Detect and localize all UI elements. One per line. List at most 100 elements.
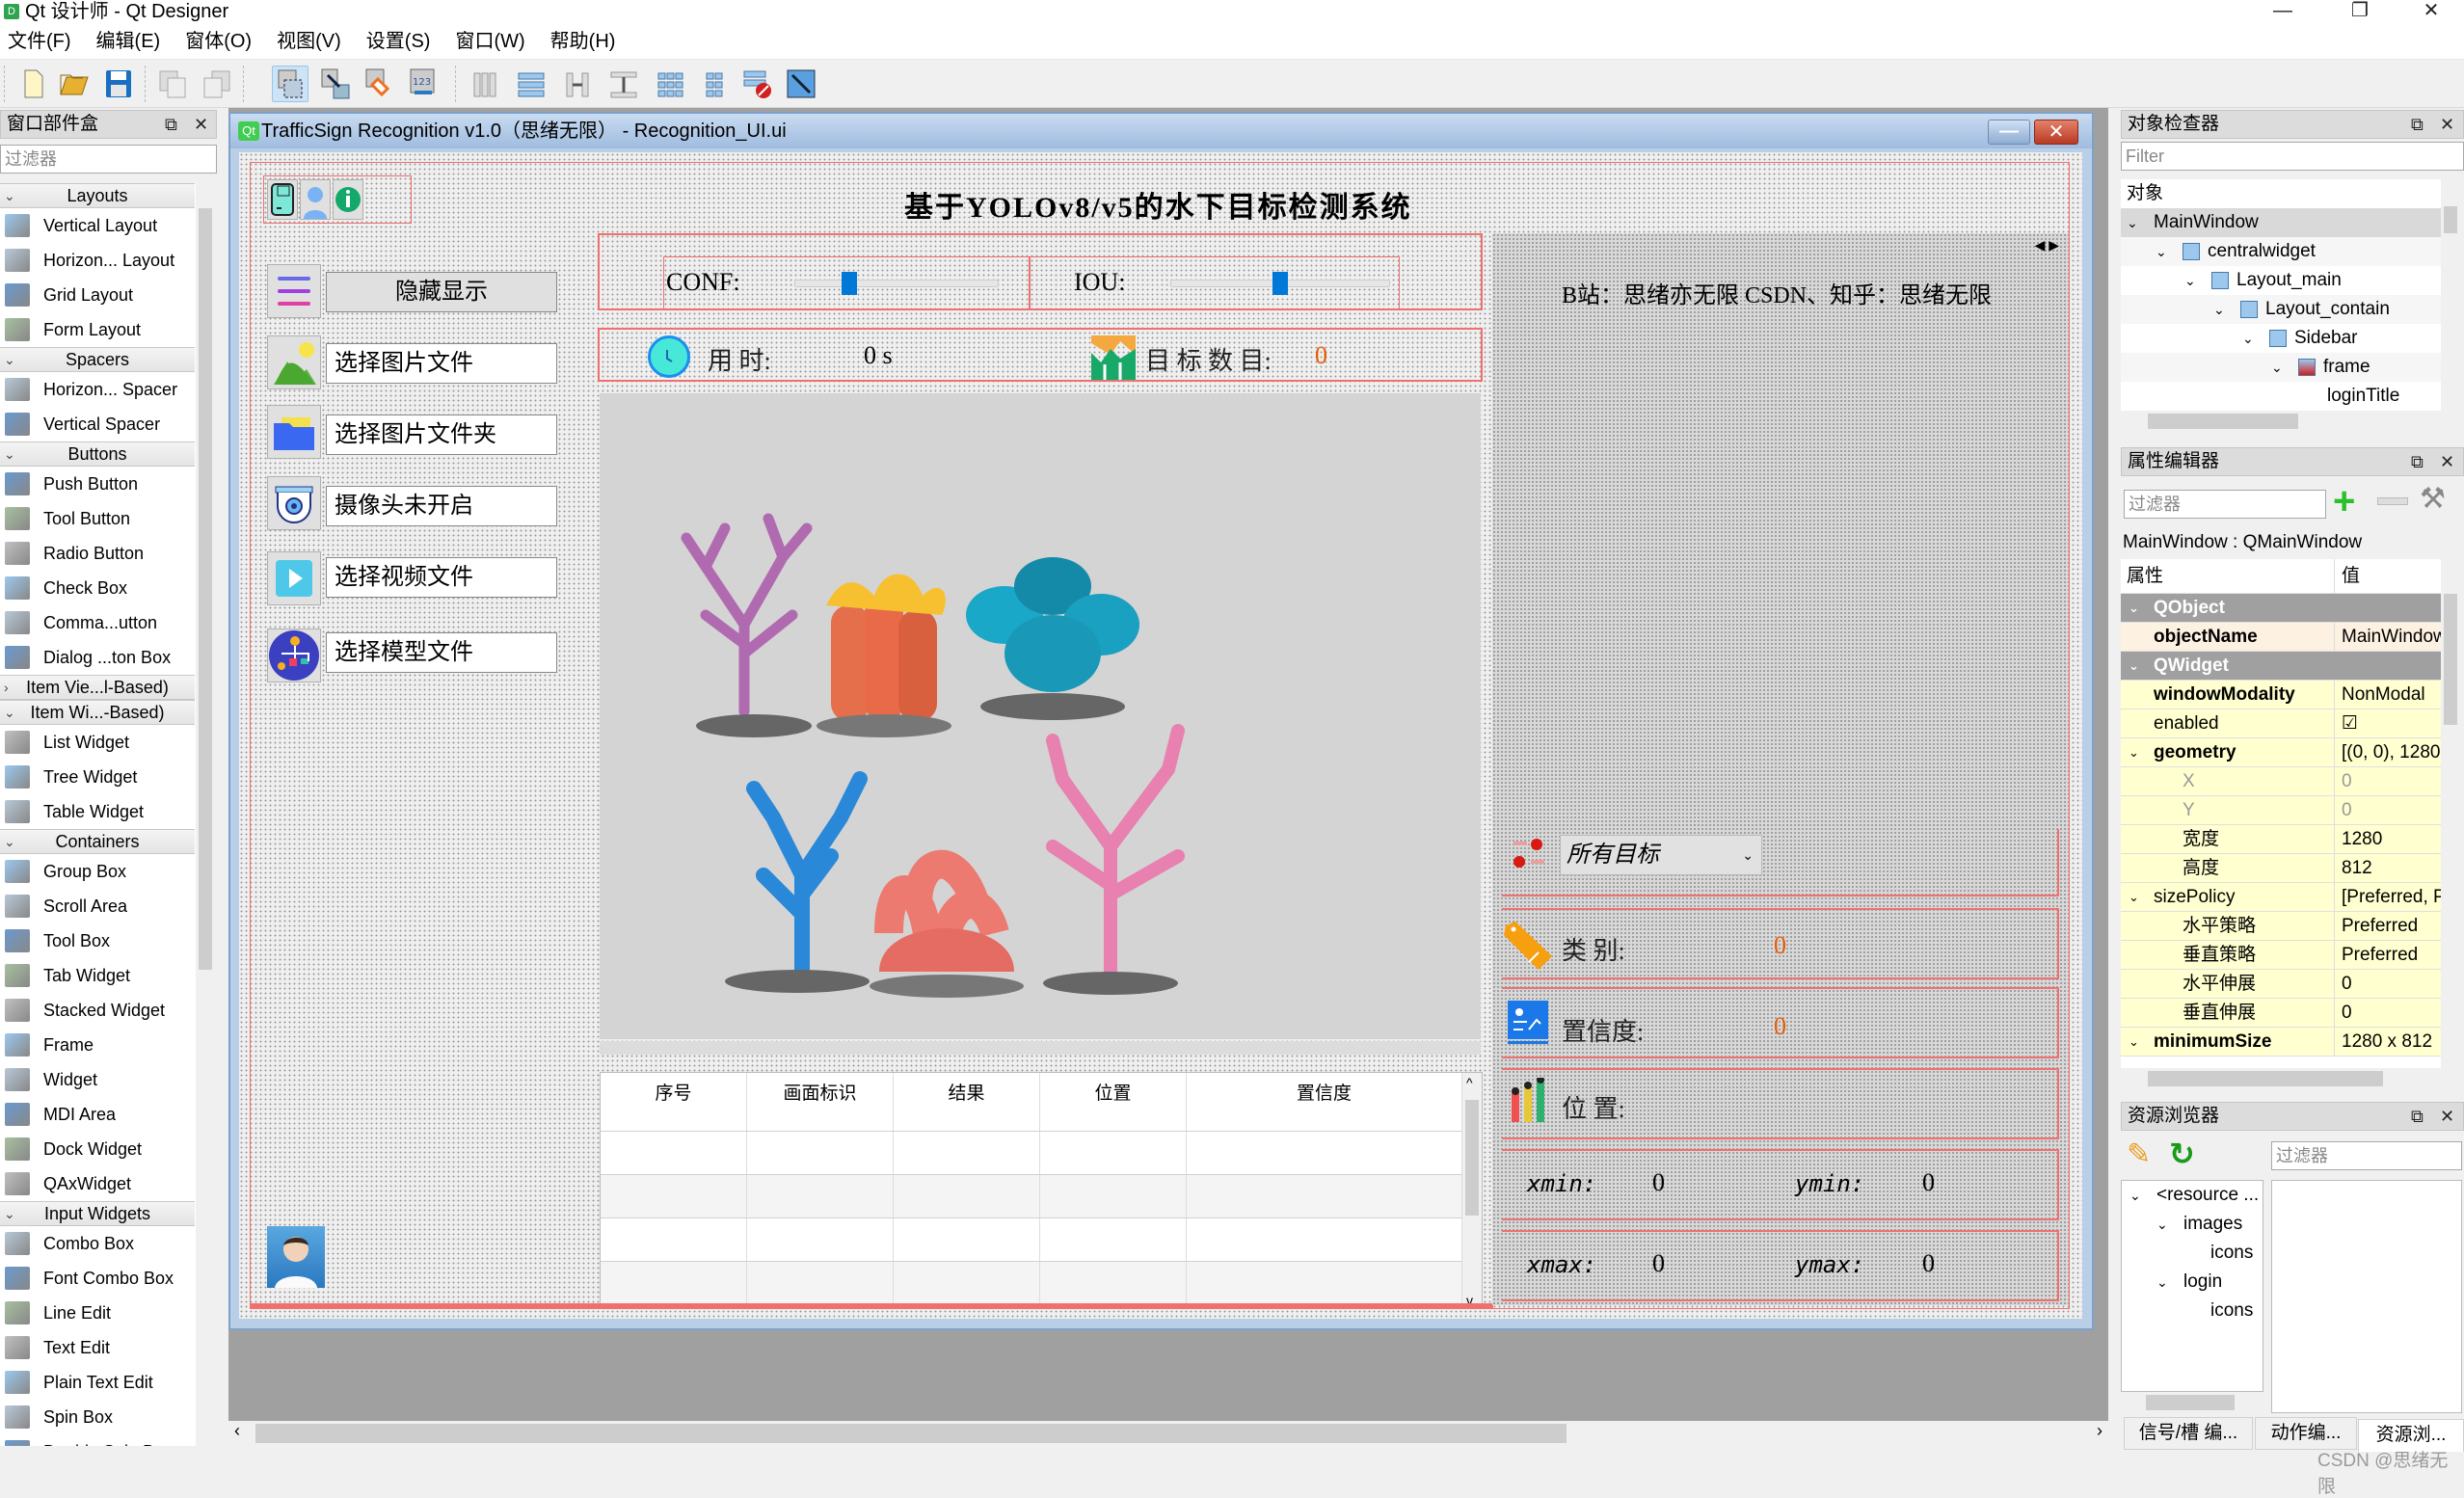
select-folder-button[interactable]: 选择图片文件夹: [326, 415, 557, 455]
table-cell[interactable]: [1187, 1262, 1462, 1305]
property-value[interactable]: 1280: [2336, 825, 2441, 854]
property-row[interactable]: 高度 812: [2121, 854, 2441, 883]
float-dock-icon[interactable]: ⧉: [2411, 448, 2424, 475]
toggle-sidebar-button[interactable]: 隐藏显示: [326, 272, 557, 312]
property-vscrollbar[interactable]: [2441, 559, 2460, 1068]
conf-slider-track[interactable]: [794, 280, 999, 287]
edit-tab-order-icon[interactable]: 123: [405, 66, 442, 102]
widget-item[interactable]: Combo Box: [0, 1226, 195, 1261]
table-cell[interactable]: [1187, 1175, 1462, 1218]
property-row[interactable]: enabled ☑: [2121, 709, 2441, 738]
table-row[interactable]: [601, 1217, 1462, 1262]
open-file-icon[interactable]: [56, 66, 93, 102]
close-dock-icon[interactable]: ✕: [194, 111, 208, 138]
minimize-button[interactable]: —: [2254, 0, 2312, 23]
float-dock-icon[interactable]: ⧉: [165, 111, 177, 138]
table-cell[interactable]: [1040, 1218, 1187, 1262]
table-cell[interactable]: [1040, 1175, 1187, 1218]
property-hscrollbar[interactable]: [2121, 1068, 2464, 1089]
property-value[interactable]: [(0, 0), 1280 x 812]: [2336, 738, 2441, 767]
table-cell[interactable]: [1187, 1132, 1462, 1175]
object-tree-item[interactable]: ⌄ centralwidget: [2121, 237, 2441, 266]
widget-item[interactable]: Horizon... Spacer: [0, 372, 195, 407]
edit-resources-pencil-icon[interactable]: ✎: [2127, 1137, 2151, 1171]
camera-icon[interactable]: [267, 476, 321, 530]
widget-item[interactable]: Scroll Area: [0, 889, 195, 923]
table-cell[interactable]: [747, 1175, 894, 1218]
object-tree-item[interactable]: ⌄ MainWindow: [2121, 208, 2441, 237]
video-icon[interactable]: [267, 551, 321, 605]
widget-item[interactable]: Push Button: [0, 467, 195, 501]
close-dock-icon[interactable]: ✕: [2440, 111, 2454, 138]
widget-item[interactable]: Double Spin B...: [0, 1434, 195, 1446]
widget-category[interactable]: ⌄ Spacers: [0, 347, 195, 372]
property-value[interactable]: Preferred: [2336, 941, 2441, 970]
property-row[interactable]: Y0: [2121, 796, 2441, 825]
scroll-left-icon[interactable]: ‹: [234, 1421, 240, 1441]
preview-splitter[interactable]: [600, 1041, 1481, 1055]
target-select-dropdown[interactable]: 所有目标 ⌄: [1560, 835, 1762, 875]
column-header[interactable]: 位置: [1040, 1073, 1187, 1131]
break-layout-icon[interactable]: [738, 66, 775, 102]
table-cell[interactable]: [894, 1132, 1040, 1175]
close-dock-icon[interactable]: ✕: [2440, 448, 2454, 475]
layout-vertical-icon[interactable]: [513, 66, 549, 102]
object-tree-header[interactable]: 对象: [2121, 179, 2441, 208]
widget-item[interactable]: Horizon... Layout: [0, 243, 195, 278]
widget-item[interactable]: Font Combo Box: [0, 1261, 195, 1296]
property-value[interactable]: 0: [2336, 970, 2441, 999]
table-cell[interactable]: [894, 1218, 1040, 1262]
widget-item[interactable]: Widget: [0, 1062, 195, 1097]
property-row[interactable]: ⌄geometry[(0, 0), 1280 x 812]: [2121, 738, 2441, 767]
scrollbar-thumb[interactable]: [2148, 414, 2298, 429]
resource-tree-item[interactable]: ⌄ <resource ...: [2122, 1181, 2263, 1210]
widget-category[interactable]: ⌄ Containers: [0, 829, 195, 854]
property-filter-input[interactable]: 过滤器: [2124, 490, 2326, 519]
float-dock-icon[interactable]: ⧉: [2411, 111, 2424, 138]
widget-category[interactable]: ⌄ Buttons: [0, 441, 195, 467]
widget-category[interactable]: › Item Vie...l-Based): [0, 675, 195, 700]
property-value[interactable]: 0: [2336, 796, 2441, 825]
widget-item[interactable]: Tool Box: [0, 923, 195, 958]
widget-item[interactable]: Tree Widget: [0, 760, 195, 794]
menu-help[interactable]: 帮助(H): [538, 23, 629, 60]
tab-signal-slot-editor[interactable]: 信号/槽 编...: [2124, 1417, 2253, 1450]
property-value[interactable]: [Preferred, Preferred, 0, 0]: [2336, 883, 2441, 912]
layout-v-splitter-icon[interactable]: [605, 66, 642, 102]
widget-item[interactable]: Frame: [0, 1028, 195, 1062]
table-row[interactable]: [601, 1261, 1462, 1305]
table-cell[interactable]: [747, 1262, 894, 1305]
property-row[interactable]: objectName MainWindow: [2121, 623, 2441, 652]
property-group[interactable]: ⌄ QObject: [2121, 594, 2441, 623]
scrollbar-thumb[interactable]: [255, 1424, 1567, 1443]
resource-tree-hscrollbar[interactable]: [2121, 1392, 2263, 1413]
chevron-down-icon[interactable]: ⌄: [2213, 295, 2225, 324]
table-cell[interactable]: [1040, 1262, 1187, 1305]
chevron-down-icon[interactable]: ⌄: [2271, 353, 2283, 382]
configure-wrench-icon[interactable]: ⚒: [2420, 482, 2446, 516]
reload-icon[interactable]: ↻: [2169, 1136, 2195, 1172]
table-cell[interactable]: [601, 1262, 747, 1305]
property-value[interactable]: 1280 x 812: [2336, 1028, 2441, 1057]
widget-item[interactable]: Dialog ...ton Box: [0, 640, 195, 675]
property-row[interactable]: ⌄sizePolicy[Preferred, Preferred, 0, 0]: [2121, 883, 2441, 912]
scrollbar-thumb[interactable]: [2146, 1395, 2235, 1410]
column-header[interactable]: 画面标识: [747, 1073, 894, 1131]
table-cell[interactable]: [601, 1132, 747, 1175]
camera-button[interactable]: 摄像头未开启: [326, 486, 557, 526]
property-value[interactable]: 0: [2336, 999, 2441, 1028]
resource-tree-item[interactable]: icons: [2122, 1297, 2263, 1325]
resource-file-list[interactable]: [2271, 1180, 2462, 1413]
property-value[interactable]: 0: [2336, 767, 2441, 796]
select-image-button[interactable]: 选择图片文件: [326, 343, 557, 384]
menu-edit[interactable]: 编辑(E): [84, 23, 174, 60]
layout-form-icon[interactable]: [696, 66, 733, 102]
property-row[interactable]: 水平伸展 0: [2121, 970, 2441, 999]
image-icon[interactable]: [267, 335, 321, 389]
property-row[interactable]: ⌄ minimumSize 1280 x 812: [2121, 1028, 2441, 1057]
table-cell[interactable]: [747, 1218, 894, 1262]
remove-property-icon[interactable]: [2377, 497, 2408, 505]
table-cell[interactable]: [1040, 1132, 1187, 1175]
widget-category[interactable]: ⌄ Item Wi...-Based): [0, 700, 195, 725]
widget-item[interactable]: MDI Area: [0, 1097, 195, 1132]
